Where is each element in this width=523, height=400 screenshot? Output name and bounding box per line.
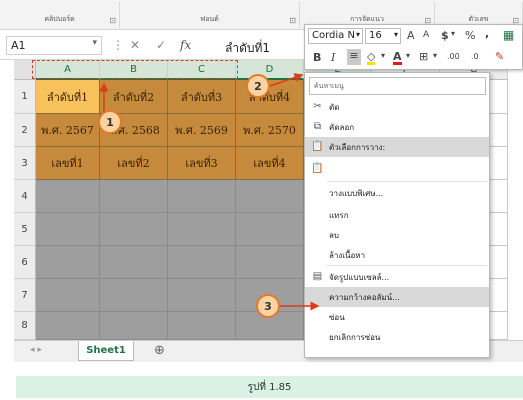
- annotation-badge-1: 1: [98, 110, 122, 134]
- annotation-badge-2: 2: [246, 74, 270, 98]
- annotation-arrows: [99, 73, 320, 311]
- annotation-badge-3: 3: [256, 294, 280, 318]
- annotation-arrow-2: [269, 73, 304, 87]
